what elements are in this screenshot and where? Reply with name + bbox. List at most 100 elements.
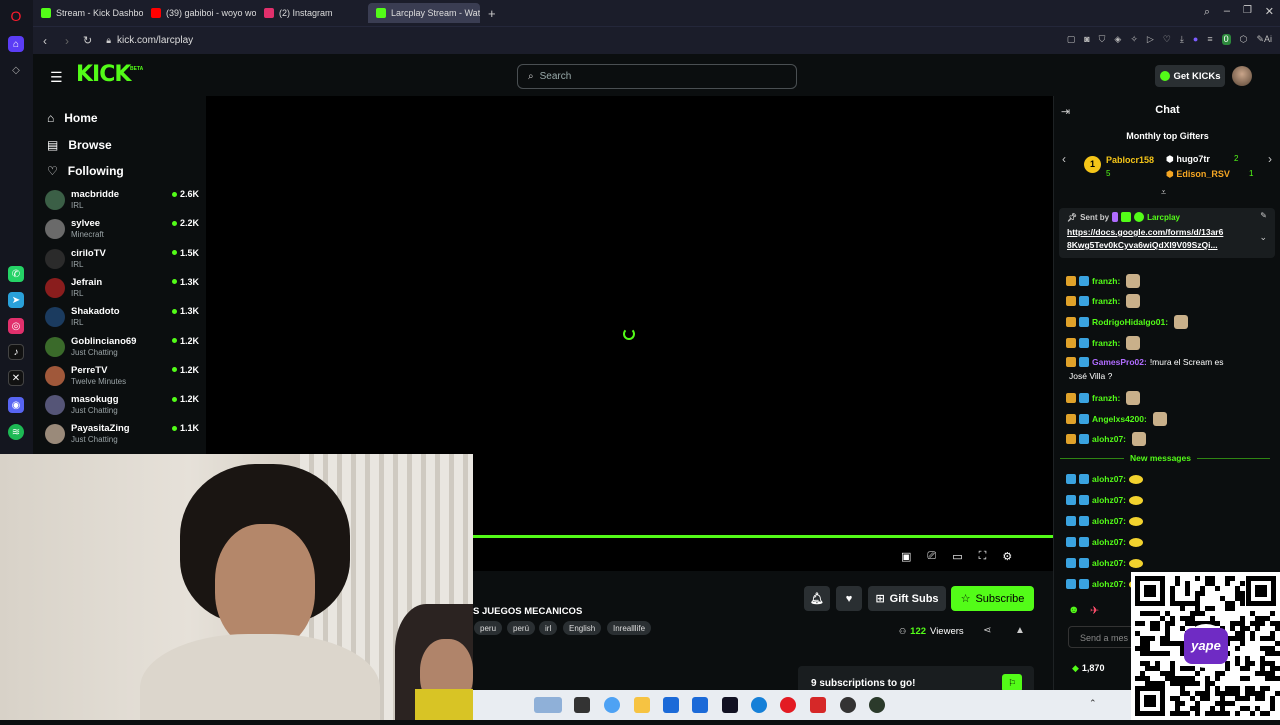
spotify-icon[interactable]: ≋	[8, 424, 24, 440]
taskbar-opera-icon[interactable]	[780, 697, 796, 713]
search-input[interactable]: ⌕ Search	[517, 64, 797, 89]
gifter-1-name[interactable]: Pablocr158	[1106, 155, 1154, 165]
report-icon[interactable]: ▲	[1015, 625, 1025, 636]
kick-logo[interactable]: KICK	[76, 62, 131, 87]
taskbar-files-icon[interactable]	[634, 697, 650, 713]
snapshot-icon[interactable]: ▢	[1067, 34, 1076, 45]
new-messages-label[interactable]: New messages	[1124, 453, 1197, 463]
gift-subs-button[interactable]: ⊞ Gift Subs	[868, 586, 946, 611]
rocket-icon[interactable]: ✈	[1090, 604, 1099, 617]
chat-username[interactable]: alohz07:	[1092, 558, 1126, 568]
url-field[interactable]: kick.com/larcplay	[117, 35, 193, 46]
pin-icon[interactable]: ◇	[8, 62, 24, 78]
unpin-icon[interactable]: ✎	[1260, 211, 1267, 220]
chat-username[interactable]: alohz07:	[1092, 579, 1126, 589]
tag-peru-accent[interactable]: perú	[507, 621, 536, 635]
tray-chevron-icon[interactable]: ⌃	[1089, 698, 1097, 709]
chat-username[interactable]: alohz07:	[1092, 474, 1126, 484]
tab-instagram[interactable]: (2) Instagram	[256, 3, 366, 23]
hamburger-menu-icon[interactable]: ☰	[50, 69, 63, 86]
menu-icon[interactable]: ≡	[1207, 34, 1212, 45]
wallet-icon[interactable]: ⬡	[1240, 34, 1248, 45]
settings-gear-icon[interactable]: ⚙	[1002, 550, 1012, 563]
opera-logo-icon[interactable]: O	[8, 8, 24, 24]
chat-username[interactable]: franzh:	[1092, 296, 1120, 306]
channel-item[interactable]: masokugg Just Chatting 1.2K	[45, 393, 199, 421]
taskbar-app-icon[interactable]	[869, 697, 885, 713]
chat-username[interactable]: alohz07:	[1092, 516, 1126, 526]
gifter-2-name[interactable]: ⬢ hugo7tr	[1166, 154, 1210, 165]
taskbar-dropbox-icon[interactable]	[692, 697, 708, 713]
nav-following[interactable]: ♡ Following	[47, 164, 124, 178]
minimize-icon[interactable]: –	[1224, 5, 1230, 17]
chevron-right-icon[interactable]: ›	[1268, 152, 1272, 166]
tab-youtube[interactable]: (39) gabiboi - woyo woyo	[143, 3, 256, 23]
chat-username[interactable]: alohz07:	[1092, 537, 1126, 547]
channel-points[interactable]: ◆ 1,870	[1072, 663, 1104, 674]
whatsapp-icon[interactable]: ✆	[8, 266, 24, 282]
chat-username[interactable]: franzh:	[1092, 393, 1120, 403]
reload-icon[interactable]: ↻	[83, 34, 92, 47]
chat-username[interactable]: RodrigoHidalgo01:	[1092, 317, 1168, 327]
share-icon[interactable]: ⋖	[983, 625, 991, 636]
nav-home[interactable]: ⌂ Home	[47, 111, 98, 125]
heart-icon[interactable]: ♡	[1163, 34, 1171, 45]
download-icon[interactable]: ⤓	[1180, 34, 1184, 45]
adblock-icon[interactable]: ◈	[1114, 34, 1121, 45]
play-icon[interactable]: ▷	[1147, 34, 1154, 45]
chat-input[interactable]: Send a mes	[1068, 626, 1138, 648]
emote-picker-icon[interactable]: ☻	[1068, 604, 1080, 616]
home-icon[interactable]: ⌂	[8, 36, 24, 52]
live-progress-bar[interactable]	[473, 535, 1053, 538]
chat-username[interactable]: GamesPro02:	[1092, 357, 1147, 367]
chevron-left-icon[interactable]: ‹	[1062, 152, 1066, 166]
maximize-icon[interactable]: ❐	[1243, 5, 1252, 16]
taskbar-widget-icon[interactable]	[534, 697, 562, 713]
taskbar-copilot-icon[interactable]	[604, 697, 620, 713]
fullscreen-icon[interactable]: ⛶	[979, 550, 987, 563]
clip-icon[interactable]: ⎚	[927, 550, 936, 563]
taskbar-vscode-icon[interactable]	[722, 697, 738, 713]
back-icon[interactable]: ‹	[43, 34, 47, 48]
tab-larcplay[interactable]: Larcplay Stream - Wat	[368, 3, 480, 23]
taskbar-wps-icon[interactable]	[810, 697, 826, 713]
discord-icon[interactable]: ◉	[8, 397, 24, 413]
search-tabs-icon[interactable]: ⌕	[1204, 6, 1210, 19]
pinned-expand-icon[interactable]: ⩡	[1161, 187, 1166, 198]
follow-button[interactable]: ♥	[836, 586, 862, 611]
shield-icon[interactable]: ⛉	[1099, 34, 1106, 45]
chevron-down-icon[interactable]: ⌄	[1259, 232, 1267, 243]
channel-item[interactable]: Jefrain IRL 1.3K	[45, 276, 199, 304]
tab-kick-dashboard[interactable]: Stream - Kick Dashbo	[33, 3, 143, 23]
channel-item[interactable]: ciriloTV IRL 1.5K	[45, 247, 199, 275]
gifter-3-name[interactable]: ⬢ Edison_RSV	[1166, 169, 1230, 180]
taskbar-store-icon[interactable]	[663, 697, 679, 713]
forward-icon[interactable]: ›	[65, 34, 69, 48]
channel-item[interactable]: PerreTV Twelve Minutes 1.2K	[45, 364, 199, 392]
notification-bell-button[interactable]: 🔔︎	[804, 586, 830, 611]
x-icon[interactable]: ✕	[8, 370, 24, 386]
user-avatar[interactable]	[1232, 66, 1252, 86]
tag-peru[interactable]: peru	[474, 621, 503, 635]
telegram-icon[interactable]: ➤	[8, 292, 24, 308]
instagram-icon[interactable]: ◎	[8, 318, 24, 334]
chat-username[interactable]: alohz07:	[1092, 495, 1126, 505]
chat-username[interactable]: alohz07:	[1092, 434, 1126, 444]
taskbar-task-view-icon[interactable]	[574, 697, 590, 713]
channel-item[interactable]: PayasitaZing Just Chatting 1.1K	[45, 422, 199, 450]
channel-item[interactable]: sylvee Minecraft 2.2K	[45, 217, 199, 245]
counter-badge-icon[interactable]: 0	[1221, 34, 1231, 45]
tiktok-icon[interactable]: ♪	[8, 344, 24, 360]
tag-english[interactable]: English	[563, 621, 602, 635]
ai-icon[interactable]: ✎Ai	[1256, 34, 1272, 45]
chat-username[interactable]: Angelxs4200:	[1092, 414, 1147, 424]
camera-icon[interactable]: ◙	[1084, 34, 1089, 45]
pinned-link[interactable]: https://docs.google.com/forms/d/13ar6 8K…	[1067, 226, 1223, 252]
chat-username[interactable]: franzh:	[1092, 338, 1120, 348]
new-tab-button[interactable]: +	[488, 6, 496, 21]
extension-icon[interactable]: ✧	[1130, 34, 1138, 45]
tag-irl[interactable]: irl	[539, 621, 558, 635]
channel-item[interactable]: Shakadoto IRL 1.3K	[45, 305, 199, 333]
theater-mode-icon[interactable]: ▭	[952, 550, 962, 563]
subscribe-button[interactable]: ☆ Subscribe	[951, 586, 1034, 611]
